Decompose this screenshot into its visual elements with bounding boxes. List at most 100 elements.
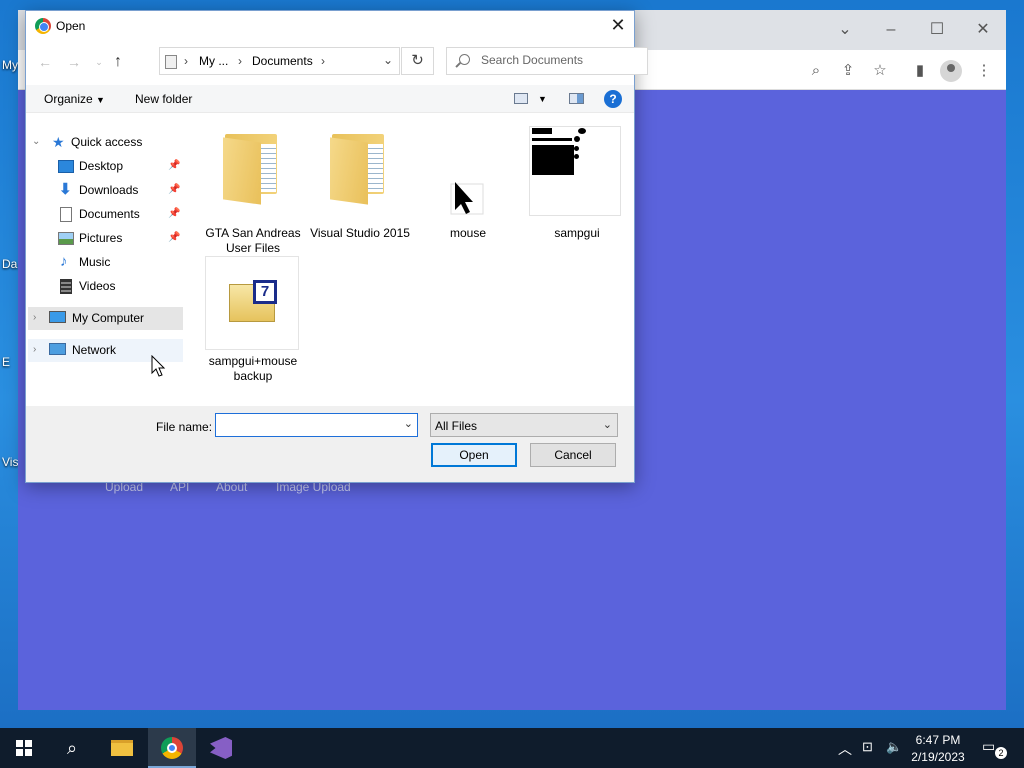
visual-studio-icon[interactable] (197, 728, 245, 768)
nav-my-computer[interactable]: › My Computer (28, 307, 183, 330)
breadcrumb-my-computer[interactable]: My ... (199, 54, 228, 68)
nav-documents[interactable]: Documents 📌 (58, 203, 183, 225)
search-input[interactable] (481, 53, 641, 67)
dialog-title: Open (56, 19, 86, 33)
share-icon[interactable]: ⇪ (837, 60, 859, 82)
nav-item-label: Desktop (79, 159, 124, 173)
breadcrumb-separator-icon[interactable]: › (184, 54, 188, 68)
pin-icon: 📌 (168, 184, 181, 195)
side-panel-icon[interactable]: ▮ (909, 60, 931, 82)
back-icon[interactable]: ← (34, 51, 56, 73)
nav-downloads[interactable]: ⬇ Downloads 📌 (58, 179, 183, 201)
nav-item-label: Downloads (79, 183, 139, 197)
chrome-taskbar-icon[interactable] (148, 728, 196, 768)
close-icon[interactable]: ✕ (968, 16, 998, 44)
file-explorer-icon[interactable] (98, 728, 146, 768)
breadcrumb-documents[interactable]: Documents (252, 54, 313, 68)
tab-search-icon[interactable]: ⌄ (830, 16, 860, 44)
menu-dots-icon[interactable]: ⋮ (973, 60, 995, 82)
file-type-select[interactable]: All Files ⌄ (430, 413, 618, 437)
nav-videos[interactable]: Videos (58, 275, 183, 297)
minimize-icon[interactable]: – (876, 16, 906, 44)
pin-icon: 📌 (168, 208, 181, 219)
file-item[interactable]: Visual Studio 2015 (310, 126, 410, 256)
star-icon: ★ (52, 134, 65, 150)
nav-music[interactable]: ♪ Music (58, 251, 183, 273)
desktop-icon-label[interactable]: Vis (2, 455, 18, 469)
change-view-icon[interactable] (514, 93, 528, 104)
address-bar[interactable]: › My ... › Documents › ⌄ (159, 47, 400, 75)
chevron-down-icon[interactable]: ⌄ (404, 417, 413, 430)
image-thumbnail (529, 126, 621, 216)
network-icon (49, 343, 66, 355)
preview-pane-icon[interactable] (569, 93, 584, 104)
bookmark-star-icon[interactable]: ☆ (869, 60, 891, 82)
video-film-icon (60, 279, 72, 294)
desktop-icon (58, 160, 74, 173)
document-icon (60, 207, 72, 222)
breadcrumb-separator-icon[interactable]: › (238, 54, 242, 68)
search-taskbar-icon[interactable]: ⌕ (48, 728, 96, 768)
help-icon[interactable]: ? (604, 90, 622, 108)
nav-quick-access[interactable]: ★ Quick access (52, 131, 182, 153)
folder-icon (205, 126, 301, 222)
organize-button[interactable]: Organize ▼ (44, 92, 105, 106)
file-item[interactable]: mouse (420, 126, 516, 256)
desktop-icon-label[interactable]: My (2, 58, 18, 72)
nav-item-label: Music (79, 255, 111, 269)
file-item[interactable]: sampgui (529, 126, 625, 256)
network-tray-icon[interactable]: ⊡ (862, 739, 873, 755)
cancel-button[interactable]: Cancel (530, 443, 616, 467)
new-folder-button[interactable]: New folder (135, 92, 192, 106)
open-button[interactable]: Open (431, 443, 517, 467)
search-box[interactable] (446, 47, 648, 75)
expand-chevron-icon[interactable]: › (33, 312, 36, 323)
nav-desktop[interactable]: Desktop 📌 (58, 155, 183, 177)
address-dropdown-icon[interactable]: ⌄ (383, 53, 393, 67)
file-name-combobox[interactable]: ⌄ (215, 413, 418, 437)
volume-icon[interactable]: 🔈 (886, 739, 902, 755)
pin-icon: 📌 (168, 160, 181, 171)
windows-logo-icon (16, 740, 32, 756)
archive-7z-icon: 7 (205, 256, 299, 350)
maximize-icon[interactable]: ☐ (922, 16, 952, 44)
desktop-icon-label[interactable]: E (2, 355, 10, 369)
up-icon[interactable]: ↑ (107, 51, 129, 73)
image-thumbnail (420, 126, 516, 222)
taskbar: ⌕ ︿ ⊡ 🔈 6:47 PM 2/19/2023 ▭ 2 (0, 728, 1024, 768)
view-options-icon[interactable]: ▼ (538, 94, 547, 104)
zoom-search-icon[interactable]: ⌕ (805, 60, 827, 82)
breadcrumb-separator-icon[interactable]: › (321, 54, 325, 68)
file-item[interactable]: GTA San Andreas User Files (205, 126, 301, 256)
profile-avatar-icon[interactable] (940, 60, 962, 82)
file-type-value: All Files (435, 419, 478, 433)
nav-quick-access-label: Quick access (71, 135, 143, 149)
refresh-button[interactable]: ↻ (401, 47, 434, 75)
dialog-close-button[interactable]: ✕ (602, 11, 634, 41)
dropdown-arrow-icon: ▼ (96, 95, 105, 105)
desktop-icon-label[interactable]: Da (2, 257, 17, 271)
start-button[interactable] (0, 728, 48, 768)
show-hidden-icons-icon[interactable]: ︿ (838, 739, 852, 759)
music-note-icon: ♪ (60, 253, 68, 270)
file-name: mouse (449, 226, 487, 240)
chevron-down-icon: ⌄ (602, 419, 612, 431)
mouse-cursor-icon (151, 355, 166, 377)
file-name-label: File name: (156, 420, 213, 434)
forward-icon[interactable]: → (63, 51, 85, 73)
search-icon (459, 54, 470, 65)
file-item[interactable]: 7 sampgui+mouse backup (205, 256, 301, 386)
file-name: sampgui (554, 226, 600, 240)
dialog-titlebar: Open ✕ (26, 11, 634, 41)
organize-label: Organize (44, 92, 93, 106)
clock[interactable]: 6:47 PM 2/19/2023 (906, 733, 970, 764)
notifications-icon[interactable]: ▭ (982, 738, 995, 755)
command-bar: Organize ▼ New folder ▼ ? (26, 85, 634, 113)
folder-icon (312, 126, 408, 222)
nav-item-label: Pictures (79, 231, 123, 245)
open-file-dialog: Open ✕ ← → ⌄ ↑ › My ... › Documents › ⌄ … (25, 10, 648, 483)
nav-pictures[interactable]: Pictures 📌 (58, 227, 183, 249)
file-name-input[interactable] (220, 418, 390, 432)
collapse-chevron-icon[interactable]: ⌄ (32, 136, 40, 147)
expand-chevron-icon[interactable]: › (33, 344, 36, 355)
